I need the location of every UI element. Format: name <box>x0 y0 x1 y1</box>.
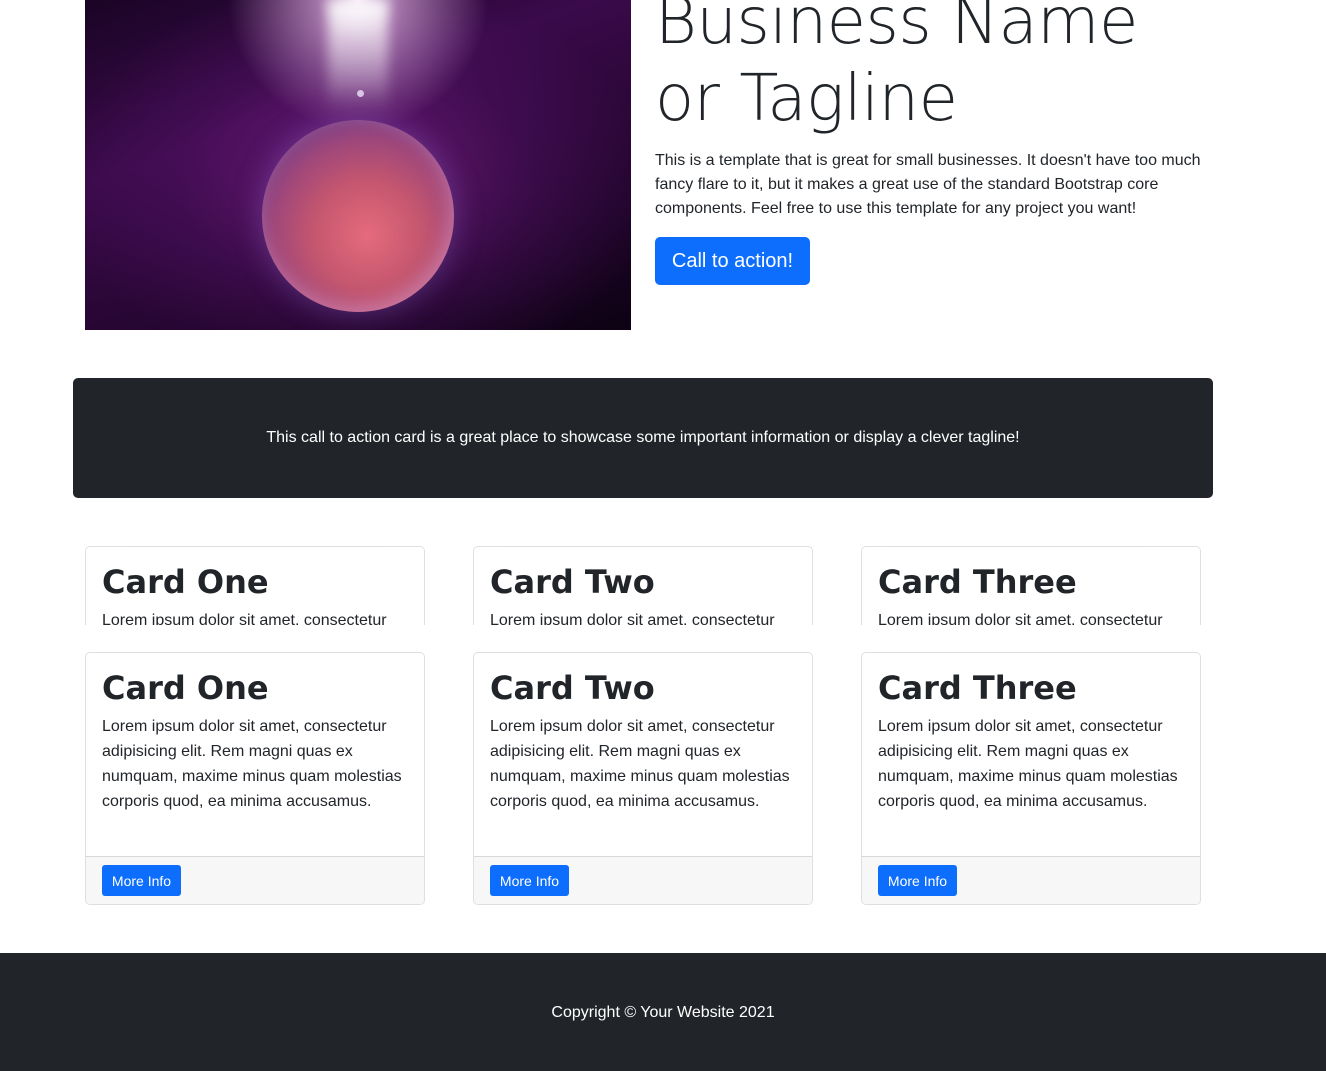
card-text: Lorem ipsum dolor sit amet, consectetur … <box>878 718 1178 810</box>
card-body: Card One Lorem ipsum dolor sit amet, con… <box>86 653 424 814</box>
card-body: Card Two Lorem ipsum dolor sit amet, con… <box>474 653 812 814</box>
card-three: Card Three Lorem ipsum dolor sit amet, c… <box>861 652 1201 905</box>
card-text: Lorem ipsum dolor sit amet, consectetur … <box>878 612 1163 625</box>
call-to-action-card-text: This call to action card is a great plac… <box>266 429 1020 446</box>
hero-image <box>85 0 631 330</box>
card-three-top: Card Three Lorem ipsum dolor sit amet, c… <box>861 546 1201 625</box>
card-body: Card Three Lorem ipsum dolor sit amet, c… <box>862 653 1200 814</box>
card-text: Lorem ipsum dolor sit amet, consectetur … <box>102 718 402 810</box>
card-body: Card Three Lorem ipsum dolor sit amet, c… <box>862 547 1200 625</box>
card-text: Lorem ipsum dolor sit amet, consectetur … <box>490 612 775 625</box>
card-two: Card Two Lorem ipsum dolor sit amet, con… <box>473 652 813 905</box>
hero-title: Business Name or Tagline <box>655 0 1138 136</box>
card-title: Card One <box>102 669 269 707</box>
more-info-button[interactable]: More Info <box>878 865 957 896</box>
card-title: Card Three <box>878 669 1077 707</box>
card-body: Card Two Lorem ipsum dolor sit amet, con… <box>474 547 812 625</box>
hero-description: This is a template that is great for sma… <box>655 152 1201 217</box>
card-title: Card One <box>102 563 269 601</box>
card-one-top: Card One Lorem ipsum dolor sit amet, con… <box>85 546 425 625</box>
hero-planet <box>262 120 454 312</box>
card-title: Card Two <box>490 669 655 707</box>
card-title: Card Three <box>878 563 1077 601</box>
card-text: Lorem ipsum dolor sit amet, consectetur … <box>490 718 790 810</box>
card-text: Lorem ipsum dolor sit amet, consectetur … <box>102 612 387 625</box>
card-two-top: Card Two Lorem ipsum dolor sit amet, con… <box>473 546 813 625</box>
more-info-button[interactable]: More Info <box>490 865 569 896</box>
hero-moon <box>357 90 364 97</box>
card-body: Card One Lorem ipsum dolor sit amet, con… <box>86 547 424 625</box>
card-footer: More Info <box>86 856 424 904</box>
more-info-button[interactable]: More Info <box>102 865 181 896</box>
call-to-action-button[interactable]: Call to action! <box>655 237 810 285</box>
page-footer: Copyright © Your Website 2021 <box>0 953 1326 1071</box>
call-to-action-card: This call to action card is a great plac… <box>73 378 1213 498</box>
card-one: Card One Lorem ipsum dolor sit amet, con… <box>85 652 425 905</box>
card-title: Card Two <box>490 563 655 601</box>
copyright-text: Copyright © Your Website 2021 <box>551 1004 775 1021</box>
card-footer: More Info <box>474 856 812 904</box>
card-footer: More Info <box>862 856 1200 904</box>
